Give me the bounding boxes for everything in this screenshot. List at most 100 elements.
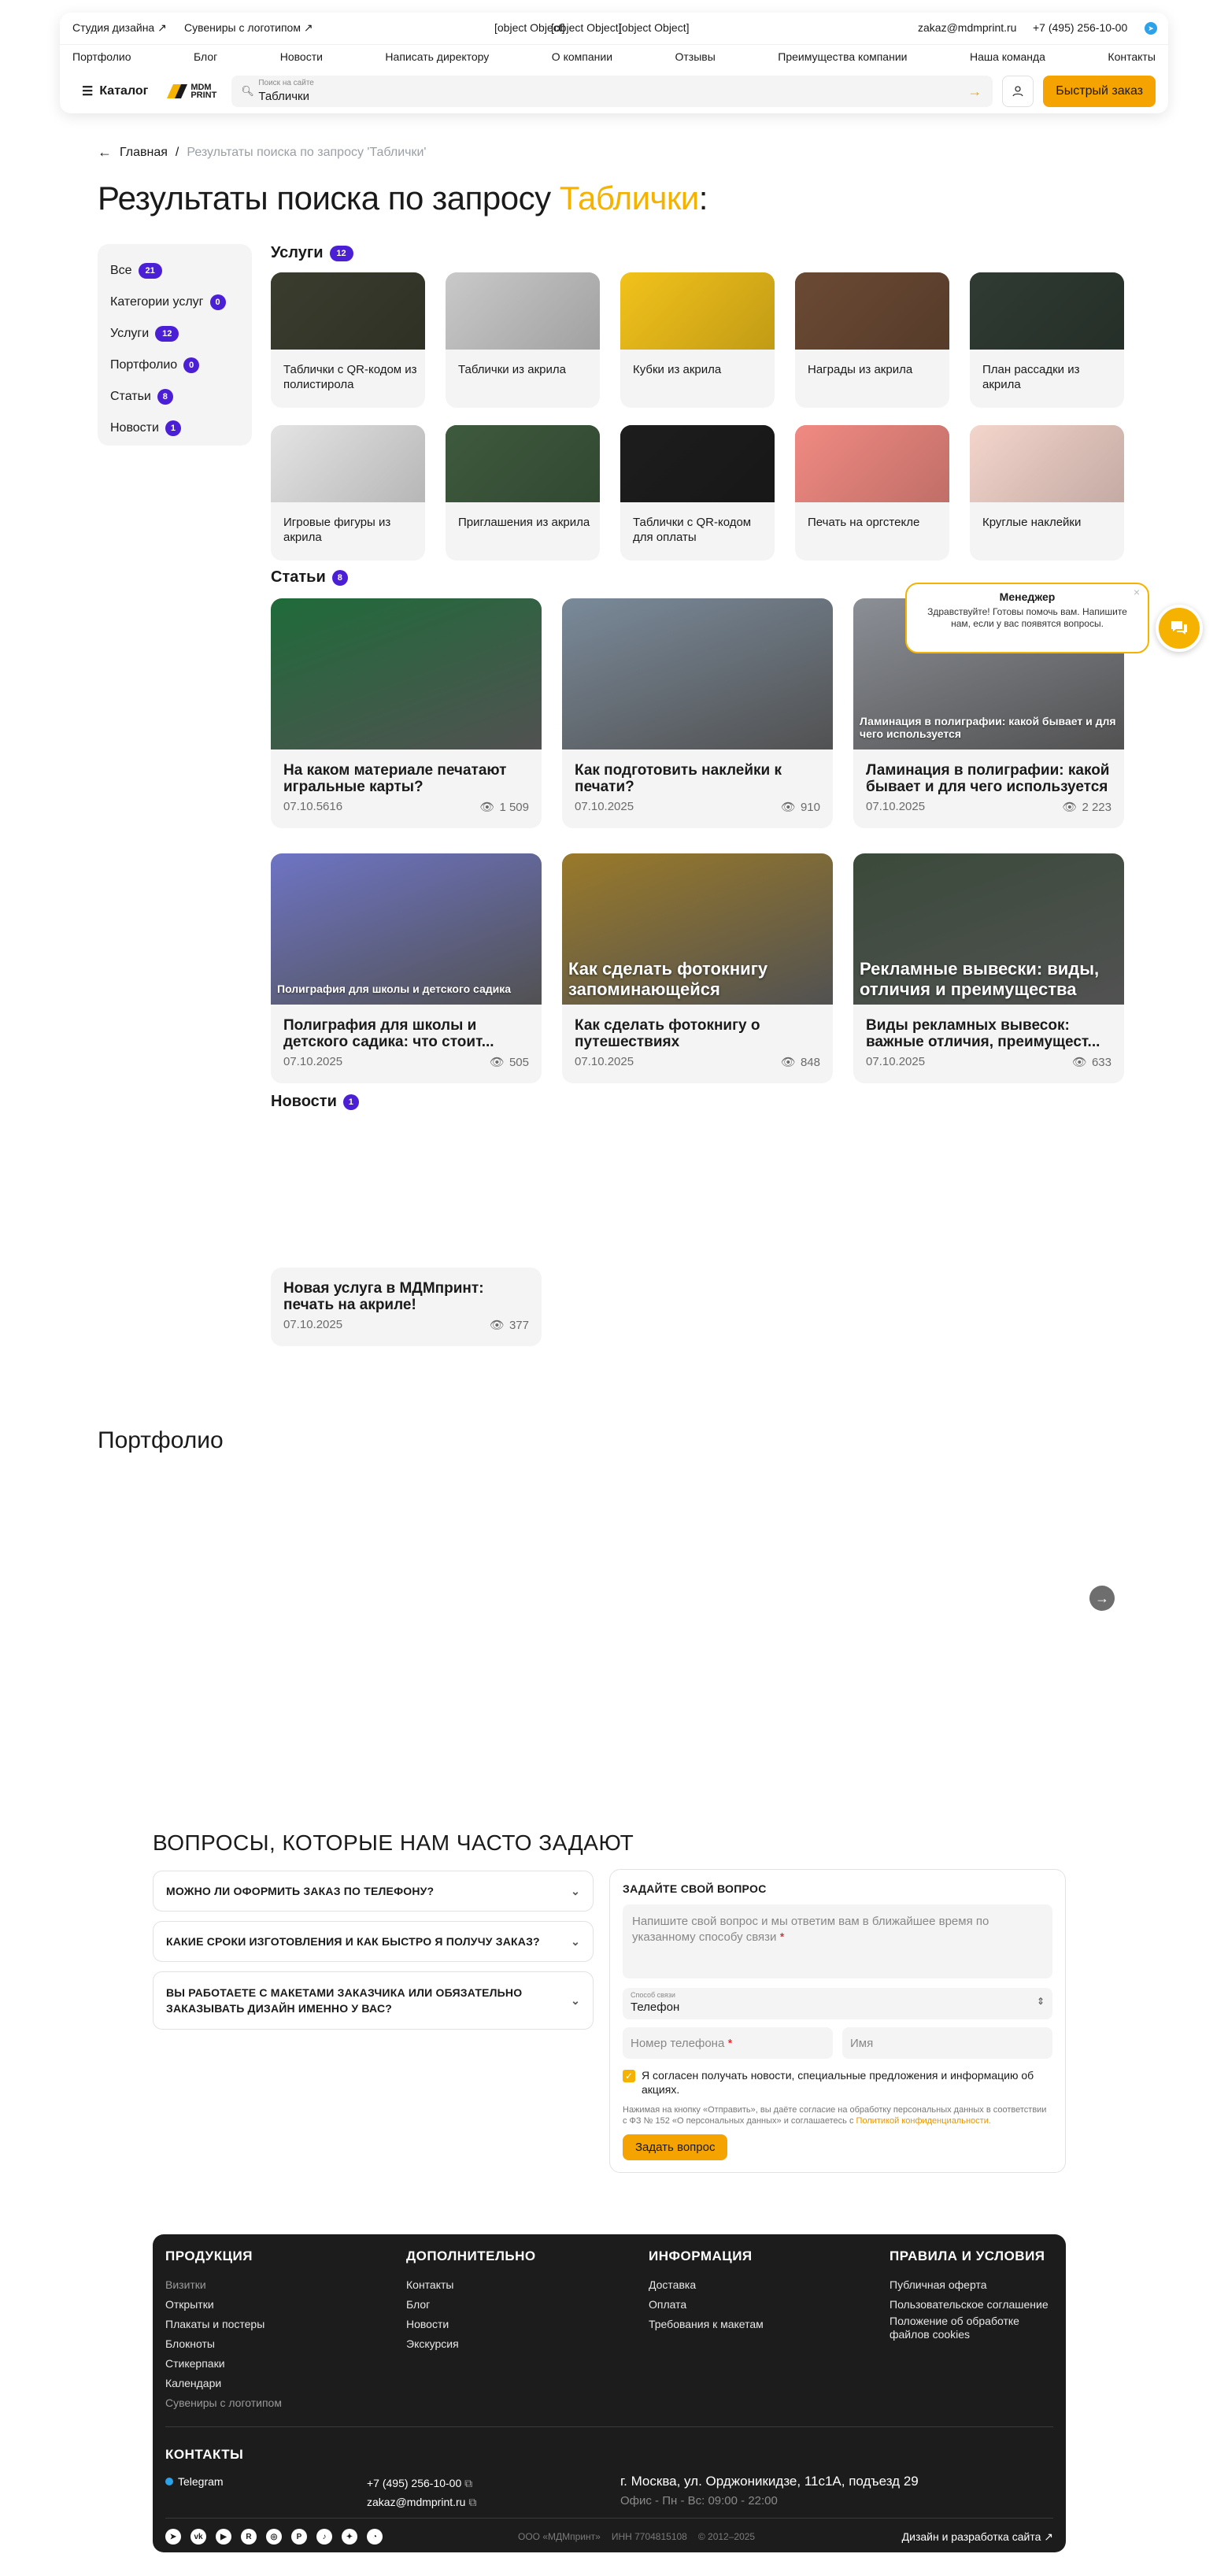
service-card[interactable]: Награды из акрила — [795, 272, 949, 408]
article-views: 👁︎ 633 — [1072, 1055, 1111, 1070]
close-icon[interactable]: × — [1134, 586, 1140, 598]
article-title: Как сделать фотокнигу о путешествиях зап… — [575, 1017, 760, 1050]
article-card[interactable]: Как сделать фотокнигу запоминающейся Как … — [562, 853, 833, 1083]
footer-link[interactable]: Новости — [406, 2315, 536, 2334]
footer-link[interactable]: Требования к макетам — [649, 2315, 764, 2334]
tiktok-icon[interactable]: ♪ — [316, 2529, 332, 2545]
submit-question-button[interactable]: Задать вопрос — [623, 2134, 728, 2160]
nav-portfolio[interactable]: Портфолио — [72, 50, 131, 63]
logo[interactable]: MDM PRINT — [167, 80, 222, 103]
footer-link[interactable]: Экскурсия — [406, 2334, 536, 2354]
nav-team[interactable]: Наша команда — [970, 50, 1045, 63]
filter-service-categories[interactable]: Категории услуг 0 — [110, 287, 239, 318]
search-input[interactable]: 🔍︎ Поиск на сайте Таблички → — [231, 76, 993, 107]
footer-phone[interactable]: +7 (495) 256-10-00 ⧉ — [367, 2474, 476, 2493]
footer-link[interactable]: Доставка — [649, 2275, 764, 2295]
article-card[interactable]: Полиграфия для школы и детского садика По… — [271, 853, 542, 1083]
article-image-caption: Полиграфия для школы и детского садика — [277, 983, 512, 995]
views-count: 377 — [509, 1318, 529, 1332]
nav-blog[interactable]: Блог — [194, 50, 217, 63]
filter-portfolio[interactable]: Портфолио 0 — [110, 350, 239, 381]
breadcrumb-home[interactable]: Главная — [120, 146, 168, 160]
whatsapp-icon[interactable]: ◔ — [367, 2529, 383, 2545]
telegram-icon[interactable]: ➤ — [165, 2529, 181, 2545]
service-card[interactable]: Кубки из акрила — [620, 272, 775, 408]
footer-telegram[interactable]: Telegram — [165, 2475, 224, 2488]
developer-link[interactable]: Дизайн и разработка сайта ↗ — [902, 2530, 1053, 2544]
filter-articles[interactable]: Статьи 8 — [110, 381, 239, 413]
link-souvenirs[interactable]: Сувениры с логотипом ↗ — [184, 21, 313, 35]
footer-link[interactable]: Стикерпаки — [165, 2354, 282, 2374]
pinterest-icon[interactable]: P — [291, 2529, 307, 2545]
footer-link[interactable]: Блокноты — [165, 2334, 282, 2354]
instagram-icon[interactable]: ◎ — [266, 2529, 282, 2545]
service-title: Печать на оргстекле — [808, 516, 920, 529]
service-title: Круглые наклейки — [982, 516, 1082, 529]
nav-about[interactable]: О компании — [552, 50, 612, 63]
views-count: 633 — [1091, 1055, 1111, 1069]
copy-icon[interactable]: ⧉ — [464, 2477, 472, 2489]
catalog-button[interactable]: ☰ Каталог — [72, 76, 157, 107]
nav-contacts[interactable]: Контакты — [1108, 50, 1155, 63]
question-textarea[interactable]: Напишите свой вопрос и мы ответим вам в … — [623, 1904, 1052, 1978]
service-card[interactable]: Круглые наклейки — [970, 425, 1124, 561]
article-card[interactable]: Рекламные вывески: виды, отличия и преим… — [853, 853, 1124, 1083]
checkmark-icon[interactable]: ✓ — [623, 2070, 635, 2082]
quick-order-button[interactable]: Быстрый заказ — [1043, 76, 1156, 107]
article-card[interactable]: На каком материале печатают игральные ка… — [271, 598, 542, 828]
service-card[interactable]: Таблички из акрила — [446, 272, 600, 408]
filter-services[interactable]: Услуги 12 — [110, 318, 239, 350]
link-requirements[interactable]: [object Object] — [619, 21, 690, 34]
service-card[interactable]: Приглашения из акрила — [446, 425, 600, 561]
news-card[interactable]: Новая услуга в МДМпринт: печать на акрил… — [271, 1116, 542, 1346]
telegram-icon[interactable]: ➤ — [1145, 22, 1157, 35]
chat-button[interactable] — [1156, 605, 1203, 652]
article-card[interactable]: Как подготовить наклейки к печати? 07.10.… — [562, 598, 833, 828]
footer-link[interactable]: Сувениры с логотипом — [165, 2393, 282, 2413]
footer-link[interactable]: Открытки — [165, 2295, 282, 2315]
footer-link[interactable]: Визитки — [165, 2275, 282, 2295]
nav-advantages[interactable]: Преимущества компании — [778, 50, 907, 63]
link-design-studio[interactable]: Студия дизайна ↗ — [72, 21, 167, 35]
link-delivery[interactable]: [object Object] — [551, 21, 622, 34]
nav-write-director[interactable]: Написать директору — [385, 50, 489, 63]
chat-popup[interactable]: × Менеджер Здравствуйте! Готовы помочь в… — [905, 583, 1149, 653]
footer-link[interactable]: Плакаты и постеры — [165, 2315, 282, 2334]
service-card[interactable]: Игровые фигуры из акрила — [271, 425, 425, 561]
user-button[interactable] — [1002, 76, 1034, 107]
arrow-right-icon[interactable]: → — [1089, 1586, 1115, 1611]
service-card[interactable]: План рассадки из акрила — [970, 272, 1124, 408]
nav-news[interactable]: Новости — [280, 50, 323, 63]
filter-all[interactable]: Все 21 — [110, 255, 239, 287]
dzen-icon[interactable]: ✦ — [342, 2529, 357, 2545]
service-card[interactable]: Таблички с QR-кодом для оплаты — [620, 425, 775, 561]
copy-icon[interactable]: ⧉ — [468, 2496, 476, 2508]
nav-reviews[interactable]: Отзывы — [675, 50, 716, 63]
footer-link[interactable]: Блог — [406, 2295, 536, 2315]
privacy-policy-link[interactable]: Политикой конфиденциальности. — [856, 2116, 991, 2126]
filter-news[interactable]: Новости 1 — [110, 413, 239, 444]
footer-link[interactable]: Пользовательское соглашение — [890, 2295, 1055, 2315]
service-card[interactable]: Печать на оргстекле — [795, 425, 949, 561]
rutube-icon[interactable]: R — [241, 2529, 257, 2545]
footer-link[interactable]: Контакты — [406, 2275, 536, 2295]
faq-item[interactable]: МОЖНО ЛИ ОФОРМИТЬ ЗАКАЗ ПО ТЕЛЕФОНУ? ⌄ — [153, 1871, 594, 1912]
arrow-right-icon[interactable]: → — [967, 83, 982, 100]
vk-icon[interactable]: vk — [190, 2529, 206, 2545]
footer-link[interactable]: Положение об обработке файлов cookies — [890, 2315, 1055, 2341]
header-email[interactable]: zakaz@mdmprint.ru — [918, 21, 1016, 34]
footer-email[interactable]: zakaz@mdmprint.ru ⧉ — [367, 2493, 476, 2511]
youtube-icon[interactable]: ▶ — [216, 2529, 231, 2545]
footer-link[interactable]: Календари — [165, 2374, 282, 2393]
arrow-left-icon[interactable]: ← — [98, 144, 112, 161]
header-phone[interactable]: +7 (495) 256-10-00 — [1033, 21, 1127, 34]
phone-input[interactable]: Номер телефона * — [623, 2027, 833, 2059]
contact-method-select[interactable]: Способ связи Телефон ⇕ — [623, 1988, 1052, 2019]
service-card[interactable]: Таблички с QR-кодом из полистирола — [271, 272, 425, 408]
consent-checkbox[interactable]: ✓ Я согласен получать новости, специальны… — [623, 2068, 1052, 2097]
faq-item[interactable]: КАКИЕ СРОКИ ИЗГОТОВЛЕНИЯ И КАК БЫСТРО Я … — [153, 1921, 594, 1962]
faq-item[interactable]: ВЫ РАБОТАЕТЕ С МАКЕТАМИ ЗАКАЗЧИКА ИЛИ ОБ… — [153, 1971, 594, 2030]
name-input[interactable]: Имя — [842, 2027, 1052, 2059]
footer-link[interactable]: Публичная оферта — [890, 2275, 1055, 2295]
footer-link[interactable]: Оплата — [649, 2295, 764, 2315]
